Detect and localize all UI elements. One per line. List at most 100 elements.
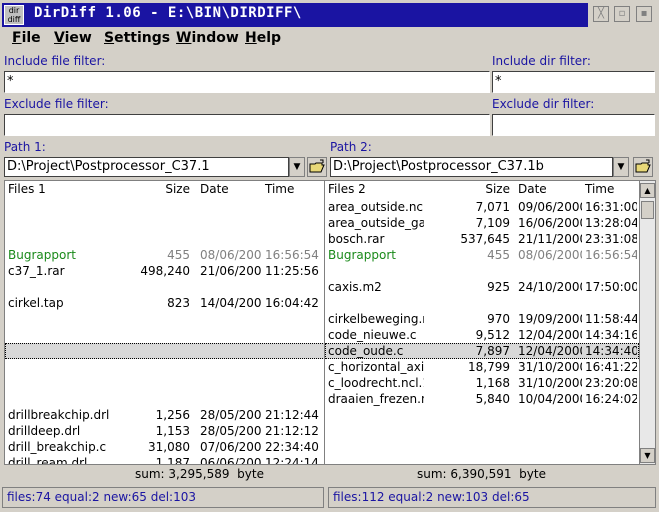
cell-size: 455: [167, 248, 190, 262]
cell-time: 16:24:02: [585, 392, 637, 406]
cell-time: 16:04:42: [265, 296, 319, 310]
table-row[interactable]: bosch.rar 537,645 21/11/2000 23:31:08: [325, 231, 639, 247]
table-row[interactable]: area_outside.ncl. 7,071 09/06/2000 16:31:00: [325, 199, 639, 215]
table-row[interactable]: Bugrapport 455 08/06/200016:56:54: [325, 247, 639, 263]
table-row[interactable]: [5, 199, 325, 215]
path2-browse-folder-icon[interactable]: [633, 157, 653, 177]
table-row[interactable]: drilldeep.drl 1,153 28/05/200021:12:12: [5, 423, 325, 439]
cell-time: 16:41:22: [585, 360, 637, 374]
files1-header-time[interactable]: Time: [265, 181, 294, 198]
menu-settings[interactable]: Settings: [104, 29, 170, 47]
cell-size: 455: [487, 248, 510, 262]
table-row[interactable]: Bugrapport 455 08/06/200016:56:54: [5, 247, 325, 263]
table-row[interactable]: c_loodrecht.ncl.1 1,168 31/10/2000 23:20:08: [325, 375, 639, 391]
menu-bar: [0, 29, 659, 49]
path2-dropdown-icon[interactable]: ▼: [613, 157, 629, 177]
cell-time: 16:56:54: [585, 248, 637, 262]
cell-size: 18,799: [468, 360, 510, 374]
table-row[interactable]: cirkelbeweging.r 970 19/09/2000 11:58:44: [325, 311, 639, 327]
maximize-icon[interactable]: ▫: [614, 6, 630, 22]
include-file-filter-label: Include file filter:: [4, 54, 106, 68]
table-row[interactable]: code_oude.c 7,897 12/04/2000 14:34:40: [325, 343, 639, 359]
table-row[interactable]: [5, 359, 325, 375]
table-row[interactable]: [325, 439, 639, 455]
table-row[interactable]: [325, 407, 639, 423]
table-row[interactable]: c_horizontal_axis 18,799 31/10/2000 16:41:2…: [325, 359, 639, 375]
table-row[interactable]: [5, 343, 325, 359]
exclude-dir-filter-input[interactable]: [492, 114, 655, 136]
files2-scroll-thumb[interactable]: [641, 201, 654, 219]
app-icon[interactable]: dir diff: [4, 5, 24, 25]
cell-size: 1,168: [475, 376, 510, 390]
cell-name: draaien_frezen.n: [328, 392, 424, 406]
table-row[interactable]: [5, 311, 325, 327]
table-row[interactable]: [325, 423, 639, 439]
table-row[interactable]: [5, 231, 325, 247]
cell-name: c_loodrecht.ncl.1: [328, 376, 424, 390]
include-dir-filter-input[interactable]: *: [492, 71, 655, 93]
cell-size: 1,187: [155, 456, 190, 465]
scroll-down-arrow-icon[interactable]: ▼: [640, 448, 655, 463]
table-row[interactable]: caxis.m2 925 24/10/2000 17:50:00: [325, 279, 639, 295]
files1-header-date[interactable]: Date: [200, 181, 229, 198]
cell-name: Bugrapport: [8, 248, 76, 262]
path1-browse-folder-icon[interactable]: [307, 157, 327, 177]
status-bar-left: files:74 equal:2 new:65 del:103: [2, 487, 324, 508]
table-row[interactable]: drill_breakchip.c 31,080 07/06/200022:34:4…: [5, 439, 325, 455]
path1-label: Path 1:: [4, 140, 46, 154]
files1-header-size[interactable]: Size: [125, 181, 190, 198]
exclude-file-filter-input[interactable]: [4, 114, 490, 136]
menu-view[interactable]: View: [54, 29, 92, 47]
path2-combo[interactable]: D:\Project\Postprocessor_C37.1b: [330, 157, 613, 177]
table-row[interactable]: [5, 391, 325, 407]
menu-help[interactable]: Help: [245, 29, 281, 47]
cell-date: 12/04/2000: [518, 344, 582, 358]
cell-size: 498,240: [140, 264, 190, 278]
table-row[interactable]: [5, 327, 325, 343]
files2-list[interactable]: Files 2 Size Date Time area_outside.ncl.…: [324, 180, 656, 465]
table-row[interactable]: cirkel.tap 823 14/04/200016:04:42: [5, 295, 325, 311]
title-bar[interactable]: dir diff DirDiff 1.06 - E:\BIN\DIRDIFF\ …: [0, 0, 659, 29]
table-row[interactable]: drillbreakchip.drl 1,256 28/05/200021:12:4…: [5, 407, 325, 423]
cell-time: 11:25:56: [265, 264, 319, 278]
cell-date: 21/06/2000: [200, 264, 262, 278]
cell-size: 1,256: [155, 408, 190, 422]
cell-time: 13:28:04: [585, 216, 637, 230]
close-disabled-icon: ╳: [593, 6, 609, 22]
path1-dropdown-icon[interactable]: ▼: [289, 157, 305, 177]
table-row[interactable]: c37_1.rar 498,240 21/06/200011:25:56: [5, 263, 325, 279]
table-row[interactable]: [325, 455, 639, 464]
cell-time: 14:34:16: [585, 328, 637, 342]
include-dir-filter-label: Include dir filter:: [492, 54, 591, 68]
table-row[interactable]: [5, 375, 325, 391]
include-file-filter-input[interactable]: *: [4, 71, 490, 93]
table-row[interactable]: [5, 279, 325, 295]
cell-name: cirkel.tap: [8, 296, 64, 310]
table-row[interactable]: [325, 295, 639, 311]
files2-vertical-scrollbar[interactable]: [639, 181, 655, 464]
menu-window[interactable]: Window: [176, 29, 239, 47]
table-row[interactable]: area_outside_gau 7,109 16/06/2000 13:28:04: [325, 215, 639, 231]
cell-date: 12/04/2000: [518, 328, 582, 342]
files2-header-name[interactable]: Files 2: [328, 181, 366, 198]
cell-date: 28/05/2000: [200, 424, 262, 438]
files2-header-size[interactable]: Size: [440, 181, 510, 198]
scroll-up-arrow-icon[interactable]: ▲: [640, 183, 655, 198]
cell-date: 28/05/2000: [200, 408, 262, 422]
table-row[interactable]: code_nieuwe.c 9,512 12/04/2000 14:34:16: [325, 327, 639, 343]
table-row[interactable]: [325, 263, 639, 279]
files1-header-name[interactable]: Files 1: [8, 181, 46, 198]
cell-size: 970: [487, 312, 510, 326]
table-row[interactable]: draaien_frezen.n 5,840 10/04/2000 16:24:02: [325, 391, 639, 407]
minimize-icon[interactable]: ▪: [636, 6, 652, 22]
files1-list[interactable]: Files 1 Size Date Time Bugrapport 455 08/0…: [4, 180, 326, 465]
cell-time: 17:50:00: [585, 280, 637, 294]
table-row[interactable]: drill_ream.drl 1,187 06/06/200012:24:14: [5, 455, 325, 465]
menu-file[interactable]: File: [12, 29, 41, 47]
table-row[interactable]: [5, 215, 325, 231]
files2-header-time[interactable]: Time: [585, 181, 614, 198]
cell-name: bosch.rar: [328, 232, 385, 246]
cell-date: 31/10/2000: [518, 360, 582, 374]
files2-header-date[interactable]: Date: [518, 181, 547, 198]
path1-combo[interactable]: D:\Project\Postprocessor_C37.1: [4, 157, 289, 177]
